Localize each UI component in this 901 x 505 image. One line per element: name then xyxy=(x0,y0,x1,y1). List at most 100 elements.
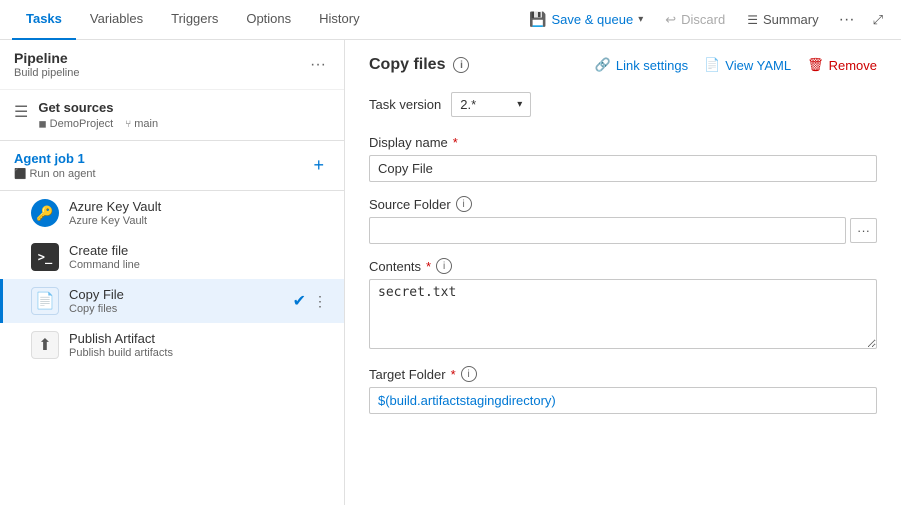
target-folder-row: Target Folder * i xyxy=(369,366,877,414)
link-settings-button[interactable]: 🔗 Link settings xyxy=(595,57,688,73)
display-name-row: Display name * xyxy=(369,135,877,182)
agent-job-section: Agent job 1 ⬛ Run on agent + xyxy=(0,140,344,191)
pipeline-header: Pipeline Build pipeline ··· xyxy=(0,40,344,90)
link-settings-label: Link settings xyxy=(616,58,688,73)
get-sources-section: ☰ Get sources ◼ DemoProject ⑂ main xyxy=(0,90,344,140)
view-yaml-icon: 📄 xyxy=(704,57,720,73)
agent-icon: ⬛ xyxy=(14,169,26,180)
create-file-title: Create file xyxy=(69,243,330,258)
pipeline-menu-button[interactable]: ··· xyxy=(306,54,330,76)
undo-icon: ↩ xyxy=(665,12,676,28)
display-name-input[interactable] xyxy=(369,155,877,182)
view-yaml-button[interactable]: 📄 View YAML xyxy=(704,57,791,73)
task-info: Azure Key Vault Azure Key Vault xyxy=(69,199,330,227)
branch-icon: ⑂ xyxy=(125,119,131,130)
copy-file-task-actions: ✔ ⋮ xyxy=(293,291,330,312)
version-chevron-down-icon: ▾ xyxy=(517,99,522,110)
task-item-create-file[interactable]: >_ Create file Command line xyxy=(0,235,344,279)
sidebar: Pipeline Build pipeline ··· ☰ Get source… xyxy=(0,40,345,505)
get-sources-icon: ☰ xyxy=(14,102,28,122)
source-folder-row: Source Folder i ··· xyxy=(369,196,877,244)
link-settings-icon: 🔗 xyxy=(595,57,611,73)
task-version-label: Task version xyxy=(369,97,441,112)
get-sources-meta: ◼ DemoProject ⑂ main xyxy=(38,118,158,130)
nav-actions: 💾 Save & queue ▾ ↩ Discard ☰ Summary ···… xyxy=(521,7,889,33)
display-name-label: Display name * xyxy=(369,135,877,150)
contents-row: Contents * i secret.txt xyxy=(369,258,877,352)
agent-job-subtitle: ⬛ Run on agent xyxy=(14,168,96,180)
nav-tabs: Tasks Variables Triggers Options History xyxy=(12,0,374,40)
target-folder-input[interactable] xyxy=(369,387,877,414)
discard-button[interactable]: ↩ Discard xyxy=(657,8,733,32)
task-item-publish-artifact[interactable]: ⬆ Publish Artifact Publish build artifac… xyxy=(0,323,344,367)
create-file-subtitle: Command line xyxy=(69,259,330,271)
discard-label: Discard xyxy=(681,12,725,27)
task-version-select[interactable]: 2.* ▾ xyxy=(451,92,531,117)
copy-file-title: Copy File xyxy=(69,287,293,302)
source-folder-input-wrap: ··· xyxy=(369,217,877,244)
target-folder-label: Target Folder * i xyxy=(369,366,877,382)
save-queue-label: Save & queue xyxy=(552,12,634,27)
source-folder-label: Source Folder i xyxy=(369,196,877,212)
source-folder-info-icon[interactable]: i xyxy=(456,196,472,212)
publish-artifact-subtitle: Publish build artifacts xyxy=(69,347,330,359)
get-sources-title: Get sources xyxy=(38,100,158,115)
task-item-azure-key-vault[interactable]: 🔑 Azure Key Vault Azure Key Vault xyxy=(0,191,344,235)
task-version-value: 2.* xyxy=(460,97,476,112)
save-icon: 💾 xyxy=(529,11,546,28)
azure-key-vault-icon: 🔑 xyxy=(31,199,59,227)
remove-icon: 🗑 xyxy=(807,57,824,73)
remove-button[interactable]: 🗑 Remove xyxy=(807,57,877,73)
add-task-button[interactable]: + xyxy=(307,153,330,178)
task-version-row: Task version 2.* ▾ xyxy=(369,92,877,117)
contents-label: Contents * i xyxy=(369,258,877,274)
remove-label: Remove xyxy=(829,58,877,73)
more-options-button[interactable]: ··· xyxy=(833,7,861,33)
top-nav: Tasks Variables Triggers Options History… xyxy=(0,0,901,40)
view-yaml-label: View YAML xyxy=(725,58,791,73)
task-item-copy-file[interactable]: 📄 Copy File Copy files ✔ ⋮ xyxy=(0,279,344,323)
expand-button[interactable]: ⤢ xyxy=(867,8,889,32)
pipeline-title: Pipeline xyxy=(14,50,79,66)
detail-panel: Copy files i 🔗 Link settings 📄 View YAML… xyxy=(345,40,901,505)
copy-file-subtitle: Copy files xyxy=(69,303,293,315)
project-icon: ◼ xyxy=(38,119,46,130)
summary-button[interactable]: ☰ Summary xyxy=(739,8,826,31)
source-folder-browse-button[interactable]: ··· xyxy=(850,218,877,243)
contents-required: * xyxy=(426,259,431,274)
detail-header: Copy files i 🔗 Link settings 📄 View YAML… xyxy=(369,56,877,74)
copy-file-menu-button[interactable]: ⋮ xyxy=(310,291,330,312)
source-folder-input[interactable] xyxy=(369,217,846,244)
target-folder-info-icon[interactable]: i xyxy=(461,366,477,382)
copy-file-check-icon: ✔ xyxy=(293,291,306,311)
copy-file-icon: 📄 xyxy=(31,287,59,315)
main-content: Pipeline Build pipeline ··· ☰ Get source… xyxy=(0,40,901,505)
detail-title: Copy files i xyxy=(369,56,469,74)
create-file-icon: >_ xyxy=(31,243,59,271)
tab-triggers[interactable]: Triggers xyxy=(157,0,232,40)
tab-variables[interactable]: Variables xyxy=(76,0,157,40)
save-queue-button[interactable]: 💾 Save & queue ▾ xyxy=(521,7,651,32)
display-name-required: * xyxy=(453,135,458,150)
publish-artifact-icon: ⬆ xyxy=(31,331,59,359)
get-sources-project: ◼ DemoProject xyxy=(38,118,113,130)
agent-job-title[interactable]: Agent job 1 xyxy=(14,151,96,166)
get-sources-branch: ⑂ main xyxy=(125,118,158,130)
publish-artifact-title: Publish Artifact xyxy=(69,331,330,346)
save-dropdown-icon: ▾ xyxy=(638,14,643,25)
tab-options[interactable]: Options xyxy=(232,0,305,40)
azure-key-vault-subtitle: Azure Key Vault xyxy=(69,215,330,227)
detail-actions: 🔗 Link settings 📄 View YAML 🗑 Remove xyxy=(595,57,877,73)
tab-tasks[interactable]: Tasks xyxy=(12,0,76,40)
summary-lines-icon: ☰ xyxy=(747,13,758,27)
summary-label: Summary xyxy=(763,12,819,27)
task-info: Publish Artifact Publish build artifacts xyxy=(69,331,330,359)
copy-files-info-icon[interactable]: i xyxy=(453,57,469,73)
contents-textarea[interactable]: secret.txt xyxy=(369,279,877,349)
contents-info-icon[interactable]: i xyxy=(436,258,452,274)
task-info: Copy File Copy files xyxy=(69,287,293,315)
target-folder-required: * xyxy=(451,367,456,382)
task-info: Create file Command line xyxy=(69,243,330,271)
tab-history[interactable]: History xyxy=(305,0,373,40)
pipeline-subtitle: Build pipeline xyxy=(14,67,79,79)
